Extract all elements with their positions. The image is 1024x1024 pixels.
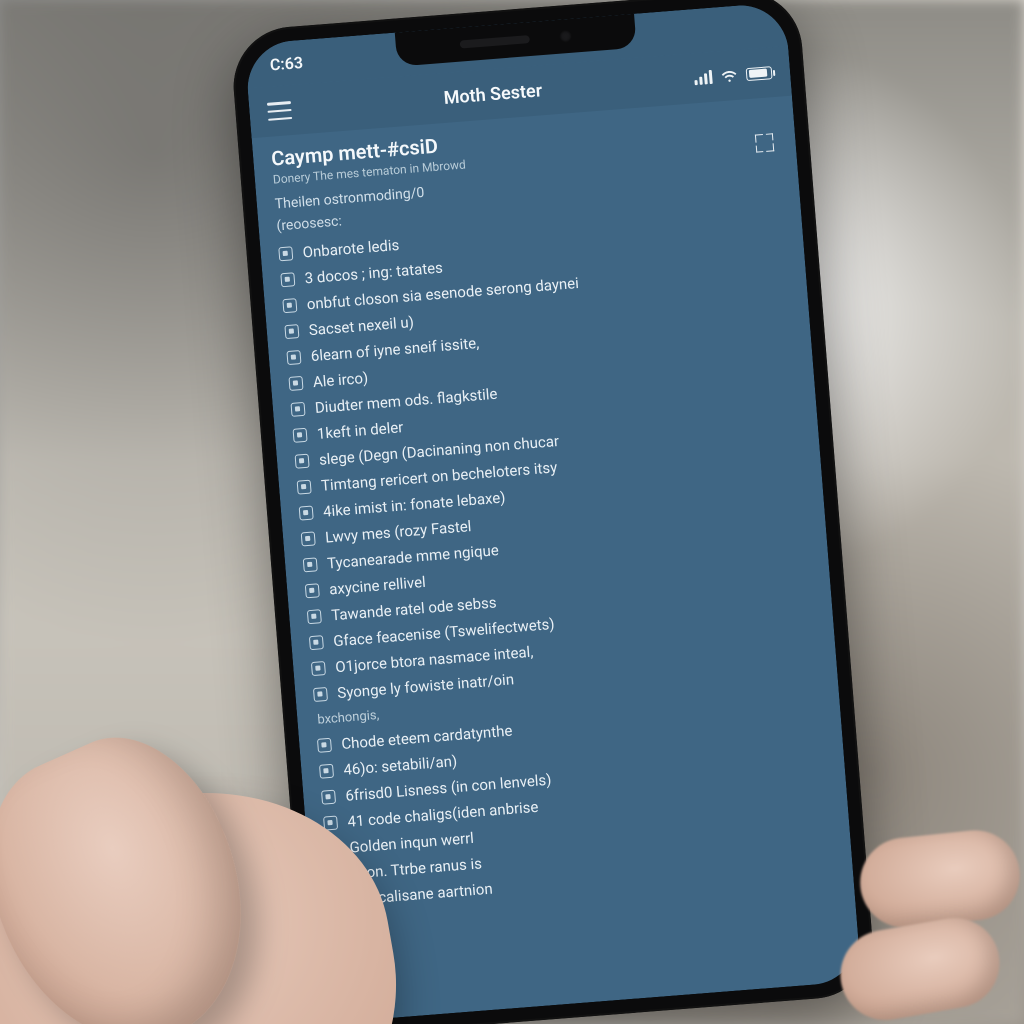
checkbox-icon[interactable] <box>284 324 299 339</box>
menu-icon[interactable] <box>267 101 292 121</box>
checkbox-icon[interactable] <box>327 867 342 882</box>
checkbox-icon[interactable] <box>313 687 328 702</box>
checkbox-icon[interactable] <box>293 428 308 443</box>
content-area[interactable]: Caymp mett-#csiD Donery The mes tematon … <box>252 96 857 955</box>
speaker-grille <box>460 35 530 48</box>
checkbox-icon[interactable] <box>297 480 312 495</box>
checkbox-icon[interactable] <box>323 816 338 831</box>
checkbox-icon[interactable] <box>295 454 310 469</box>
checkbox-icon[interactable] <box>309 635 324 650</box>
status-indicators <box>694 65 773 85</box>
front-camera <box>559 30 572 43</box>
checkbox-icon[interactable] <box>291 402 306 417</box>
checkbox-icon[interactable] <box>319 764 334 779</box>
checkbox-icon[interactable] <box>288 376 303 391</box>
checkbox-icon[interactable] <box>282 298 297 313</box>
phone-frame: C:63 Moth Sester <box>229 0 876 1024</box>
checkbox-icon[interactable] <box>301 531 316 546</box>
checkbox-icon[interactable] <box>303 557 318 572</box>
expand-button[interactable] <box>755 133 774 152</box>
checkbox-icon[interactable] <box>329 893 344 908</box>
list-item-label: Ale irco) <box>312 366 369 394</box>
battery-icon <box>746 66 773 81</box>
checkbox-icon[interactable] <box>311 661 326 676</box>
checkbox-icon[interactable] <box>307 609 322 624</box>
wifi-icon <box>720 68 739 83</box>
status-time: C:63 <box>269 52 303 74</box>
checkbox-icon[interactable] <box>280 272 295 287</box>
item-list: Onbarote ledis3 docos ; ing: tatatesonbf… <box>278 203 835 914</box>
checkbox-icon[interactable] <box>299 506 314 521</box>
screen: C:63 Moth Sester <box>244 2 861 1023</box>
checkbox-icon[interactable] <box>286 350 301 365</box>
cellular-icon <box>694 70 713 85</box>
checkbox-icon[interactable] <box>305 583 320 598</box>
checkbox-icon[interactable] <box>325 841 340 856</box>
checkbox-icon[interactable] <box>317 738 332 753</box>
expand-icon <box>755 133 774 152</box>
checkbox-icon[interactable] <box>321 790 336 805</box>
checkbox-icon[interactable] <box>278 246 293 261</box>
